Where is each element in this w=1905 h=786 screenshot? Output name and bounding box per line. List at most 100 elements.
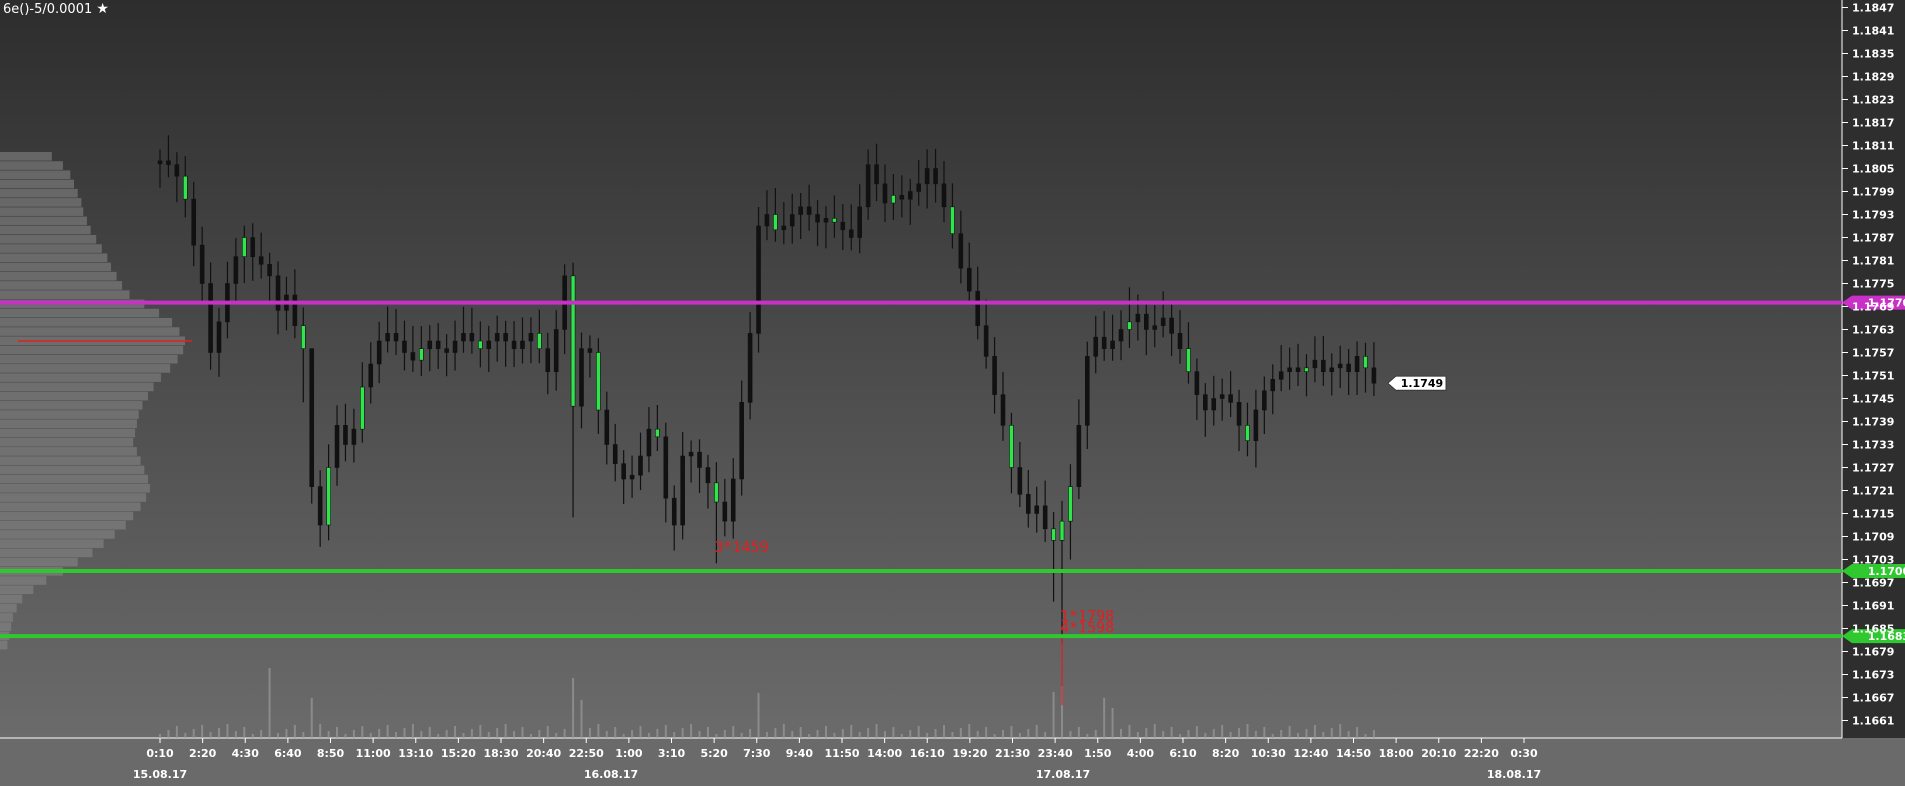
candle-body [815,214,820,223]
y-tick-label: 1.1841 [1852,25,1894,38]
profile-bar [0,484,150,493]
candle-body [478,340,483,349]
volume-bar [1018,733,1021,738]
candle-body [1287,367,1292,372]
candle-body [832,218,837,223]
y-tick-label: 1.1661 [1852,715,1894,728]
candle-body [1295,367,1301,372]
symbol-title[interactable]: 6e()-5/0.0001 ★ [3,1,109,17]
volume-bar [883,731,886,738]
profile-bar [0,318,173,327]
volume-bar [563,729,566,738]
candle-body [174,164,180,177]
candle [756,206,761,353]
volume-bar [504,724,507,738]
star-icon[interactable]: ★ [96,1,109,17]
profile-bar [0,530,115,539]
volume-bar [1305,729,1308,738]
candle-body [621,463,626,480]
volume-bar [1246,724,1249,738]
volume-bar [1086,734,1089,738]
volume-bar [411,724,414,738]
volume-bar [673,732,676,738]
candle-body [360,386,365,430]
volume-bar [1002,730,1004,738]
profile-bar [0,253,108,263]
x-tick-label: 11:00 [356,747,391,760]
candle-body [1059,520,1065,541]
candle-body [216,321,222,353]
volume-bar [715,734,718,738]
y-tick-label: 1.1751 [1852,370,1894,383]
date-label: 16.08.17 [584,768,638,781]
volume-bar [378,729,381,738]
profile-bar [0,502,141,512]
profile-bar [0,428,136,438]
candle-body [402,340,407,353]
candle-body [958,233,964,269]
profile-bar [0,539,104,548]
volume-bar [310,698,313,738]
profile-bar [0,613,13,622]
profile-bar [0,640,8,650]
profile-bar [0,290,130,299]
price-chart[interactable]: 1.17701.17001.16831.18471.18411.18351.18… [0,0,1905,786]
volume-bar [1128,725,1131,738]
candle-body [874,164,879,185]
y-tick-label: 1.1769 [1852,301,1894,314]
candle-body [1312,359,1318,369]
candle-body [663,436,669,499]
volume-bar [1372,730,1375,738]
volume-bar [656,729,659,738]
candle [309,348,315,504]
candle-body [916,183,922,192]
chart-area[interactable]: 1.17701.17001.16831.18471.18411.18351.18… [0,0,1905,786]
candle-body [1321,359,1326,372]
volume-bar [226,724,229,738]
candle-body [730,478,736,522]
volume-bar [344,734,347,738]
candle-body [1270,379,1276,392]
volume-bar [555,733,558,738]
volume-bar [1120,729,1123,738]
candle-body [992,356,997,395]
x-tick-label: 19:20 [952,747,987,760]
volume-bar [1356,727,1359,738]
profile-bar [0,364,171,373]
volume-bar [664,725,667,738]
candle-body [798,206,803,215]
candle-body [1135,313,1141,323]
candle-body [351,428,357,445]
profile-bar [0,603,17,613]
x-tick-label: 1:50 [1084,747,1112,760]
candle-body [1346,363,1351,372]
candle-body [1337,363,1343,369]
y-tick-label: 1.1787 [1852,232,1894,245]
volume-bar [808,734,811,738]
candle-body [596,352,601,411]
x-tick-label: 2:20 [189,747,217,760]
volume-bar [1204,733,1207,738]
candle-body [1051,528,1056,541]
volume-bar [614,727,617,738]
volume-bar [386,725,389,738]
profile-bar [0,161,63,170]
candle-body [1329,367,1335,372]
y-tick-label: 1.1745 [1852,393,1894,406]
y-tick-label: 1.1835 [1852,48,1894,61]
profile-bar [0,585,34,595]
candle-body [1118,329,1124,342]
volume-bar [1297,733,1300,738]
candle-body [857,206,862,238]
candle-body [638,455,643,476]
y-tick-label: 1.1685 [1852,623,1894,636]
y-tick-label: 1.1775 [1852,278,1894,291]
volume-bar [1271,734,1274,738]
candle-body [655,428,660,438]
candle-body [1085,356,1090,426]
x-tick-label: 8:20 [1212,747,1240,760]
candle-body [1278,371,1284,380]
current-price-label: 1.1749 [1401,377,1443,390]
y-tick-label: 1.1805 [1852,163,1894,176]
volume-bar [588,728,591,738]
